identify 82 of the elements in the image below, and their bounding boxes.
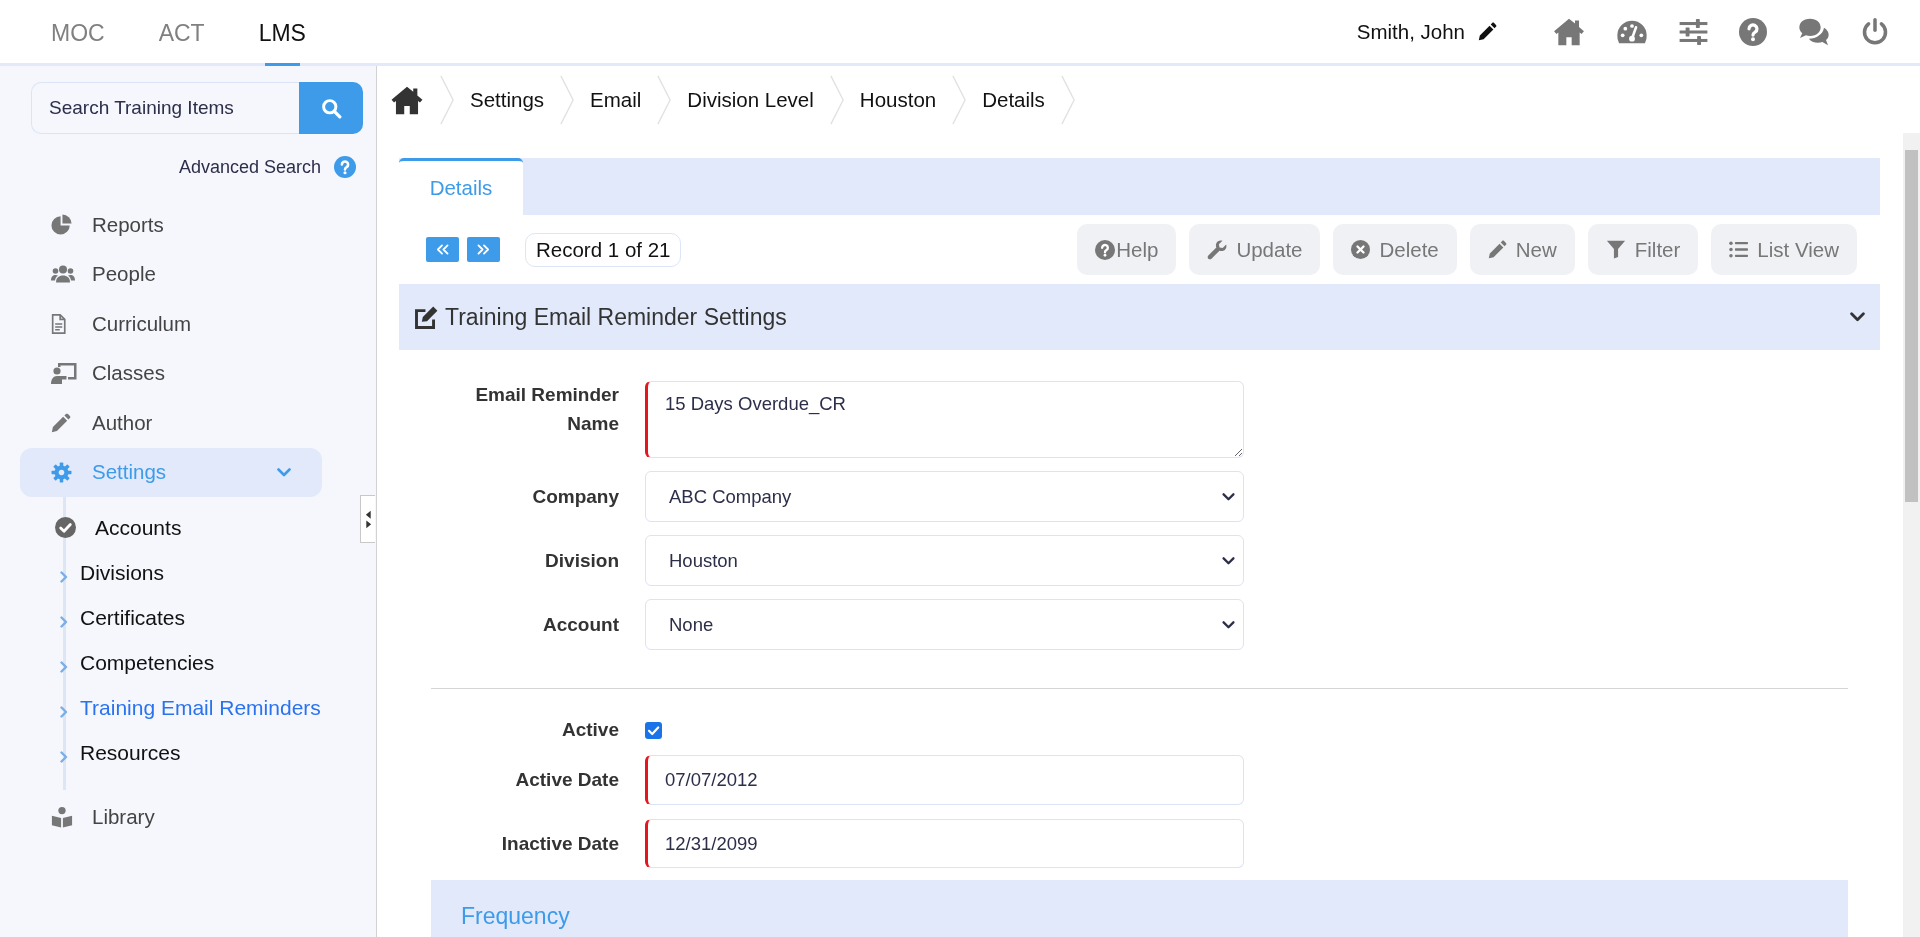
help-icon[interactable] (334, 156, 356, 178)
new-button[interactable]: New (1469, 224, 1575, 275)
search-button[interactable] (299, 82, 363, 134)
search-icon (320, 97, 342, 119)
checkbox[interactable] (645, 722, 662, 739)
nav-item[interactable]: Curriculum (20, 299, 322, 349)
x-circle-icon (1351, 240, 1371, 259)
nav-item[interactable]: Classes (20, 348, 322, 398)
dropdown[interactable]: None (645, 599, 1244, 650)
dropdown[interactable]: Houston (645, 535, 1244, 586)
breadcrumb-link[interactable]: Details (982, 88, 1045, 112)
presentation-board-icon (51, 362, 77, 385)
next-record-button[interactable] (467, 237, 500, 262)
field-label: Company (531, 485, 619, 508)
speech-bubbles-icon[interactable] (1798, 17, 1830, 46)
nav-subitem[interactable]: Divisions (53, 550, 165, 595)
module-tab[interactable]: MOC (24, 0, 132, 66)
date-field[interactable]: 07/07/2012 (645, 755, 1244, 805)
home-icon[interactable] (390, 85, 424, 115)
double-chevron-left-icon (435, 244, 450, 255)
nav-subitem[interactable]: Competencies (53, 640, 215, 685)
nav-subitem[interactable]: Training Email Reminders (53, 685, 321, 730)
field-label: Account (542, 613, 619, 636)
nav-subitem[interactable]: Certificates (53, 595, 186, 640)
nav-item[interactable]: Author (20, 398, 322, 448)
double-chevron-right-icon (476, 244, 491, 255)
users-icon (51, 265, 75, 284)
sidebar-toggle[interactable] (360, 495, 375, 543)
chevron-down-icon (1222, 492, 1235, 501)
previous-record-button[interactable] (426, 237, 459, 262)
breadcrumb-link[interactable]: Email (590, 88, 642, 112)
filter-button[interactable]: Filter (1587, 224, 1699, 275)
list-icon (1729, 241, 1749, 258)
edit-icon (414, 304, 440, 330)
document-icon (51, 313, 66, 334)
field-label: Active (560, 719, 619, 741)
delete-button[interactable]: Delete (1333, 224, 1457, 275)
nav-subitem[interactable]: Resources (53, 730, 181, 775)
dropdown[interactable]: ABC Company (645, 471, 1244, 522)
help-button[interactable]: Help (1077, 224, 1177, 275)
section-title: Training Email Reminder Settings (445, 303, 787, 331)
question-circle-icon (1095, 239, 1116, 260)
pencil-icon (1487, 240, 1507, 259)
nav-item[interactable]: Reports (20, 200, 322, 250)
nav-subitem[interactable]: Accounts (53, 505, 182, 550)
module-tab[interactable]: ACT (131, 0, 232, 66)
textarea-field[interactable]: 15 Days Overdue_CR (645, 381, 1244, 458)
pencil-icon (51, 412, 71, 433)
field-label: Division (544, 549, 619, 572)
funnel-icon (1605, 240, 1626, 259)
advanced-search-link[interactable]: Advanced Search (178, 156, 321, 178)
chevron-down-icon (1222, 556, 1235, 565)
list-view-button[interactable]: List View (1711, 224, 1857, 275)
pie-chart-icon (51, 214, 72, 236)
pencil-icon[interactable] (1478, 22, 1497, 41)
breadcrumb-link[interactable]: Division Level (687, 88, 814, 112)
field-label: Inactive Date (500, 832, 619, 855)
chevron-down-icon[interactable] (1850, 312, 1865, 322)
user-name[interactable]: Smith, John (1356, 19, 1465, 44)
field-label: Active Date (514, 769, 619, 791)
gauge-icon[interactable] (1616, 19, 1648, 44)
breadcrumb-link[interactable]: Houston (859, 88, 937, 112)
field-label: Email Reminder Name (474, 383, 619, 436)
power-icon[interactable] (1861, 18, 1889, 45)
breadcrumb-link[interactable]: Settings (470, 88, 545, 112)
update-button[interactable]: Update (1189, 224, 1321, 275)
chevron-down-icon (1222, 620, 1235, 629)
settings-icon (51, 461, 72, 483)
module-tab[interactable]: LMS (231, 0, 333, 66)
help-icon[interactable] (1739, 17, 1767, 46)
nav-item[interactable]: Library (20, 792, 322, 842)
record-counter: Record 1 of 21 (525, 232, 682, 267)
scrollbar[interactable] (1903, 133, 1920, 937)
scrollbar-thumb[interactable] (1905, 150, 1918, 502)
reading-person-icon (51, 805, 73, 828)
caret-left-right-icon (364, 508, 372, 530)
nav-item[interactable]: People (20, 249, 322, 299)
date-field[interactable]: 12/31/2099 (645, 819, 1244, 868)
search-field[interactable]: Search Training Items (31, 82, 299, 134)
wrench-icon (1207, 239, 1228, 260)
sliders-icon[interactable] (1679, 18, 1708, 45)
subsection-title: Frequency (461, 902, 571, 930)
